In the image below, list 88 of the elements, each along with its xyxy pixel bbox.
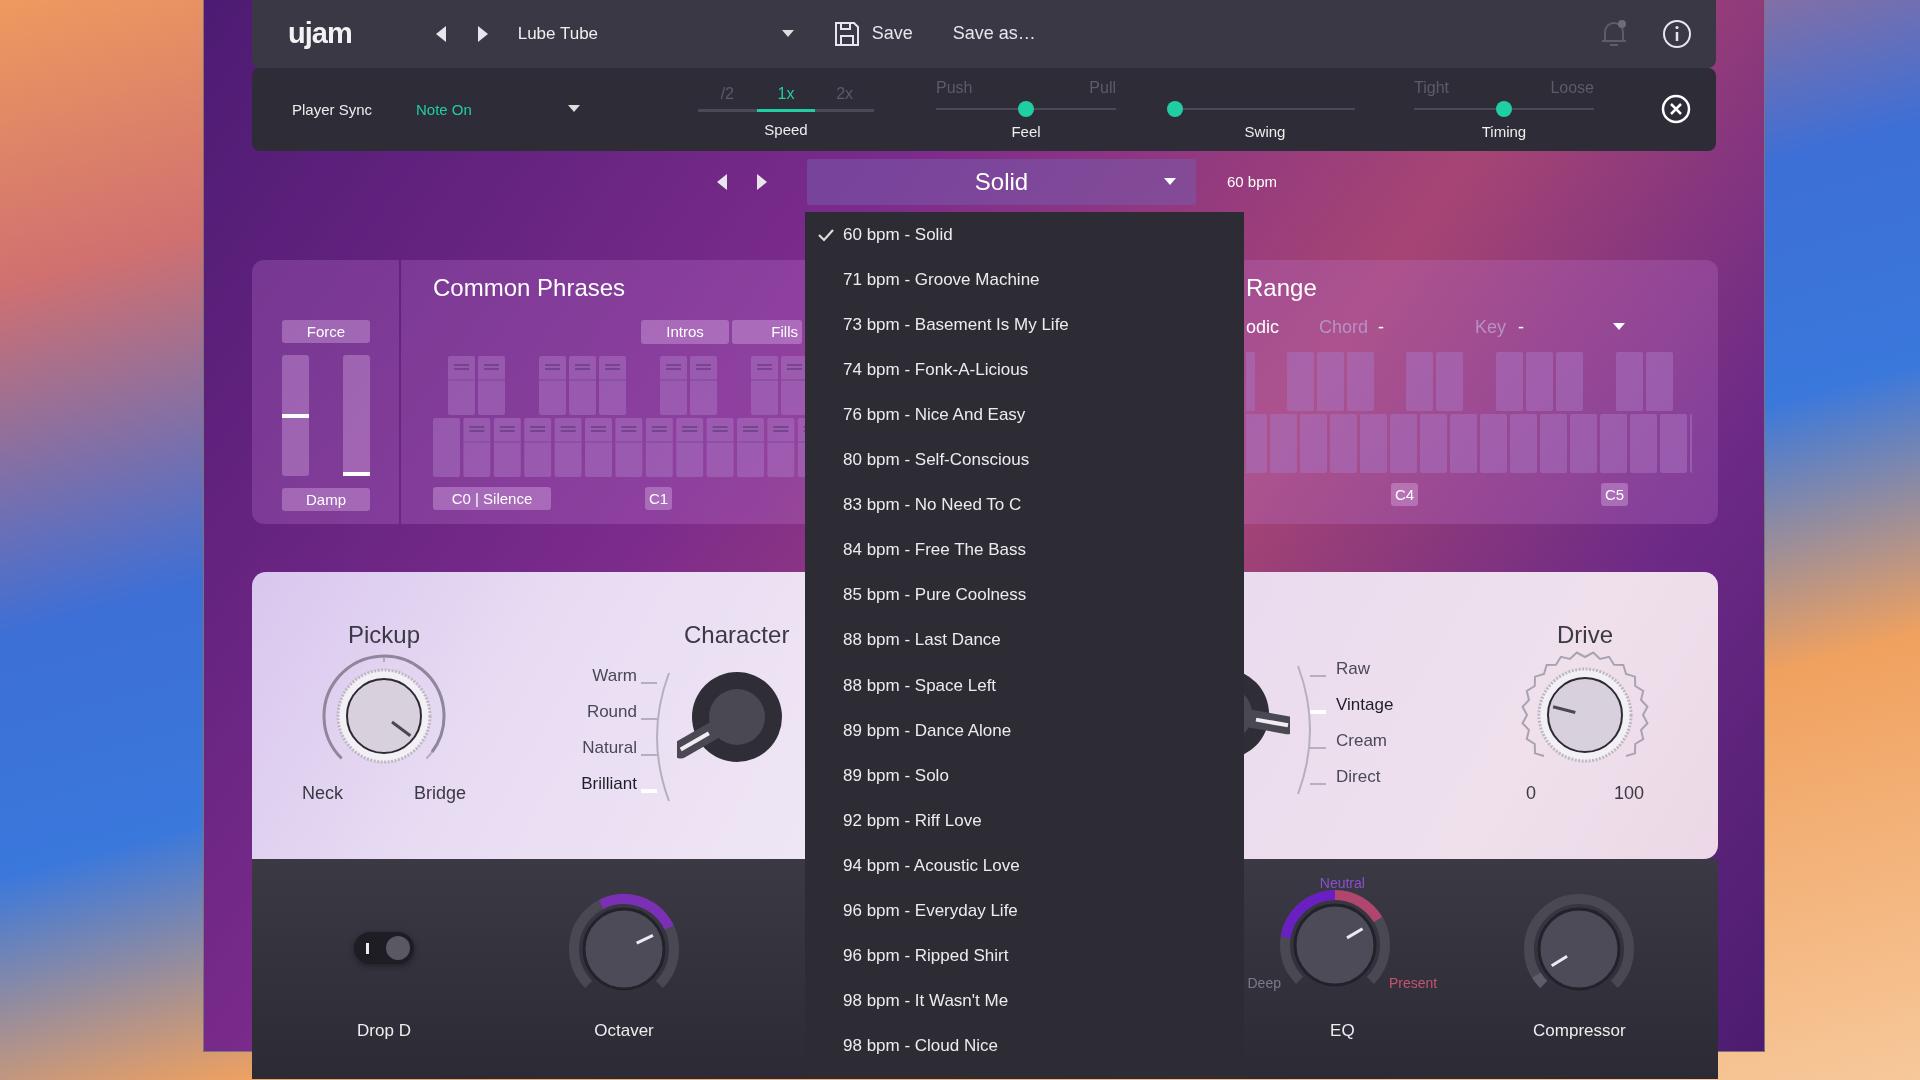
slider-thumb[interactable]: [1496, 101, 1512, 117]
control-label: Drop D: [357, 1021, 411, 1041]
menu-item[interactable]: 76 bpm - Nice And Easy: [805, 392, 1244, 438]
menu-item[interactable]: 73 bpm - Basement Is My Life: [805, 302, 1244, 348]
menu-item[interactable]: 96 bpm - Everyday Life: [805, 888, 1244, 934]
preset-dropdown[interactable]: Lube Tube: [517, 23, 794, 44]
menu-item[interactable]: 71 bpm - Groove Machine: [805, 257, 1244, 303]
next-icon[interactable]: [477, 25, 488, 42]
eq-left-label: Deep: [1247, 975, 1281, 991]
menu-item[interactable]: 92 bpm - Riff Love: [805, 798, 1244, 844]
menu-item[interactable]: 85 bpm - Pure Coolness: [805, 572, 1244, 618]
group-label: Intros: [641, 320, 729, 344]
caret-icon: [1613, 323, 1626, 331]
info-icon[interactable]: [1662, 18, 1692, 49]
next-icon[interactable]: [757, 173, 767, 190]
menu-item[interactable]: 74 bpm - Fonk-A-Licious: [805, 347, 1244, 393]
slider-thumb[interactable]: [1167, 101, 1183, 117]
option-label[interactable]: Round: [586, 699, 637, 724]
previous-icon[interactable]: [717, 173, 727, 190]
slider[interactable]: [343, 355, 370, 476]
eq-right-label: Present: [1388, 975, 1438, 991]
eq-top-label: Neutral: [1319, 875, 1365, 891]
option-label[interactable]: Natural: [582, 735, 637, 760]
toggle-switch[interactable]: [354, 932, 414, 964]
knob-title: Character: [684, 621, 791, 650]
slider-label: Swing: [1243, 123, 1287, 140]
chord-label: Chord: [1319, 316, 1369, 338]
note-label: C1: [645, 487, 672, 510]
menu-item[interactable]: 88 bpm - Last Dance: [805, 617, 1244, 663]
menu-item[interactable]: 89 bpm - Dance Alone: [805, 708, 1244, 754]
menu-item[interactable]: 94 bpm - Acoustic Love: [805, 843, 1244, 889]
menu-item[interactable]: 83 bpm - No Need To C: [805, 482, 1244, 528]
knob-max-label: 100: [1613, 783, 1644, 804]
slider[interactable]: [282, 355, 309, 476]
option-label[interactable]: Vintage: [1336, 692, 1394, 717]
tempo-label: 60 bpm: [1227, 173, 1278, 191]
save-button[interactable]: Save: [833, 20, 913, 47]
slider-thumb[interactable]: [1018, 101, 1034, 117]
previous-icon[interactable]: [435, 25, 446, 42]
menu-item[interactable]: 98 bpm - Cloud Nice: [805, 1023, 1244, 1069]
knob-min-label: Neck: [302, 783, 343, 804]
option-label[interactable]: Brilliant: [581, 771, 637, 796]
menu-item[interactable]: 60 bpm - Solid: [805, 212, 1244, 258]
menu-item[interactable]: 96 bpm - Ripped Shirt: [805, 933, 1244, 979]
menu-item[interactable]: 84 bpm - Free The Bass: [805, 527, 1244, 573]
menu-item[interactable]: 88 bpm - Space Left: [805, 662, 1244, 709]
menu-item[interactable]: 89 bpm - Solo: [805, 753, 1244, 799]
slider-marker[interactable]: [282, 413, 309, 418]
note-label: C4: [1391, 483, 1418, 506]
panel-title: Common Phrases: [433, 274, 627, 303]
player-sync-label: Player Sync: [292, 101, 374, 118]
menu-item[interactable]: 98 bpm - It Wasn't Me: [805, 978, 1244, 1024]
slider-label: Feel: [1010, 123, 1042, 140]
key-label: Key: [1475, 316, 1507, 338]
knob-title: Drive: [1557, 621, 1613, 650]
option-label[interactable]: Raw: [1336, 656, 1394, 681]
option-label[interactable]: Cream: [1336, 728, 1394, 753]
menu-item[interactable]: 80 bpm - Self-Conscious: [805, 437, 1244, 483]
save-icon: [833, 20, 860, 47]
panel-title: Range: [1246, 274, 1318, 303]
logo: ujam: [288, 17, 352, 51]
damp-label: Damp: [282, 488, 370, 511]
style-dropdown[interactable]: Solid: [807, 158, 1196, 205]
player-sync-dropdown[interactable]: Note On: [416, 101, 580, 118]
knob-min-label: 0: [1526, 783, 1536, 804]
chord-value: -: [1378, 316, 1386, 338]
force-label: Force: [282, 320, 370, 343]
close-icon[interactable]: [1660, 93, 1692, 126]
note-label: C5: [1601, 483, 1628, 506]
caret-icon: [568, 105, 580, 114]
speed-label: Speed: [764, 121, 808, 138]
control-label: Compressor: [1533, 1021, 1626, 1041]
save-as-button[interactable]: Save as…: [952, 23, 1036, 45]
option-label[interactable]: Direct: [1336, 764, 1394, 789]
knob-max-label: Bridge: [413, 783, 466, 804]
slider-label: Timing: [1480, 123, 1528, 140]
slider-marker[interactable]: [343, 471, 370, 476]
option-label[interactable]: Warm: [592, 663, 637, 688]
mode-label: odic: [1246, 316, 1281, 338]
control-label: EQ: [1330, 1021, 1355, 1041]
group-label: Fills: [732, 320, 802, 344]
speed-option[interactable]: 1x: [756, 81, 816, 112]
control-label: Octaver: [594, 1021, 654, 1041]
caret-icon: [1164, 177, 1176, 186]
key-value: -: [1518, 316, 1526, 338]
caret-icon: [781, 29, 794, 38]
note-label: C0 | Silence: [433, 487, 551, 510]
knob-title: Pickup: [347, 621, 420, 650]
